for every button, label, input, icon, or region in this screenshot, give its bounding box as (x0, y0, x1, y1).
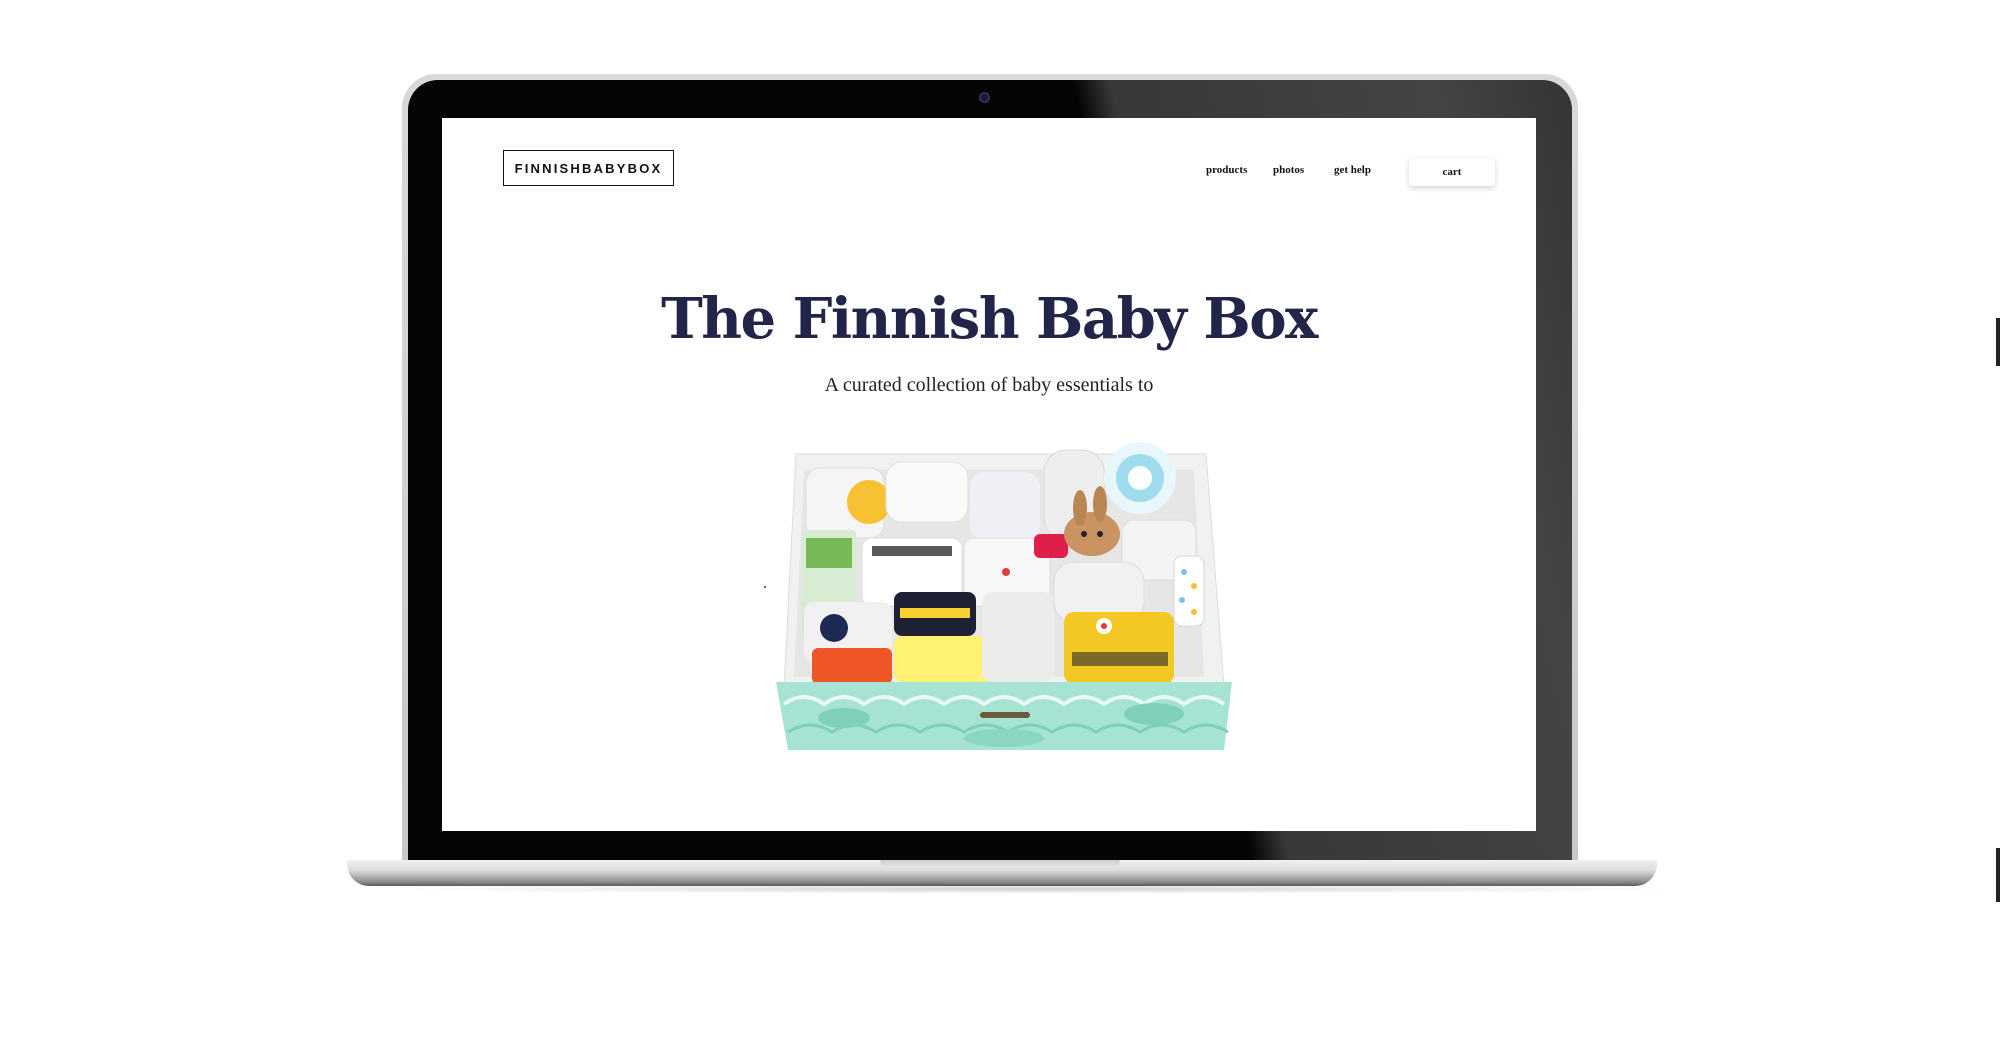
laptop-shadow (380, 884, 1700, 894)
edge-marker-top (1996, 318, 2000, 366)
edge-marker-bottom (1996, 848, 2000, 902)
baby-box-image (774, 442, 1234, 752)
webcam-icon (979, 92, 990, 103)
site-logo[interactable]: FINNISHBABYBOX (503, 150, 674, 186)
stray-dot (764, 586, 766, 588)
hero-title: The Finnish Baby Box (661, 286, 1318, 352)
cart-button[interactable]: cart (1409, 158, 1495, 186)
nav-products[interactable]: products (1206, 164, 1247, 176)
nav-get-help[interactable]: get help (1334, 164, 1371, 176)
laptop-base-notch (880, 860, 1120, 868)
nav-photos[interactable]: photos (1273, 164, 1304, 176)
hero-subtitle: A curated collection of baby essentials … (824, 374, 1154, 396)
website-screen: FINNISHBABYBOX products photos get help … (442, 118, 1536, 831)
